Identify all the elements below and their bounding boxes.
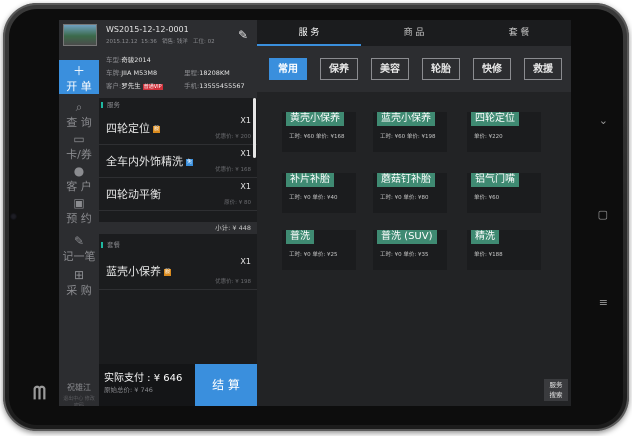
operator-name[interactable]: 祝雄江	[59, 382, 99, 393]
service-card[interactable]: 铝气门嘴 单价: ¥60	[467, 173, 541, 213]
actual-payment: 实际支付 : ¥ 646	[104, 373, 183, 384]
original-total: 原始总价: ¥ 746	[104, 386, 153, 394]
chip-quick-repair[interactable]: 快修	[473, 58, 511, 80]
catalog-tabs: 服 务 商 品 套 餐	[257, 20, 571, 46]
subtotal: 小计: ¥ 448	[99, 222, 257, 234]
mi-logo-icon: ᗰ	[33, 383, 46, 404]
pen-icon: ✎	[73, 234, 85, 248]
service-card[interactable]: 蘑菇钉补胎 工时: ¥0 单价: ¥80	[373, 173, 447, 213]
service-card[interactable]: 黄壳小保养 工时: ¥60 单价: ¥168	[282, 112, 356, 152]
chip-common[interactable]: 常用	[269, 58, 307, 80]
service-card[interactable]: 普洗 (SUV) 工时: ¥0 单价: ¥35	[373, 230, 447, 270]
section-service: 服务	[99, 99, 257, 111]
service-card[interactable]: 蓝壳小保养 工时: ¥60 单价: ¥198	[373, 112, 447, 152]
service-card[interactable]: 精洗 单价: ¥188	[467, 230, 541, 270]
customer-row: 客户:罗先生 普通VIP 手机:13555455567	[106, 82, 245, 90]
edit-icon[interactable]: ✎	[238, 28, 248, 42]
chevron-down-icon[interactable]: ⌄	[599, 114, 608, 127]
order-panel: WS2015-12-12-0001 2015.12.12 15:36 销售: 钱…	[99, 20, 257, 406]
chip-rescue[interactable]: 救援	[524, 58, 562, 80]
tab-goods[interactable]: 商 品	[362, 20, 466, 46]
order-number: WS2015-12-12-0001	[106, 25, 189, 34]
chip-tire[interactable]: 轮胎	[422, 58, 460, 80]
free-badge-icon: 免	[186, 158, 193, 166]
rail-item-query[interactable]: ⌕ 查 询	[59, 100, 99, 130]
order-item[interactable]: 四轮定位服 X1 优惠价: ¥ 200	[99, 112, 257, 145]
service-search-button[interactable]: 服务 搜索	[544, 379, 568, 401]
card-icon: ▭	[73, 132, 85, 146]
service-card[interactable]: 普洗 工时: ¥0 单价: ¥25	[282, 230, 356, 270]
car-thumbnail	[63, 24, 97, 46]
rail-item-cards[interactable]: ▭ 卡/券	[59, 132, 99, 162]
rail-item-new-order[interactable]: ＋ 开 单	[59, 60, 99, 94]
order-scrollbar[interactable]	[253, 98, 256, 158]
chip-beauty[interactable]: 美容	[371, 58, 409, 80]
search-icon: ⌕	[75, 100, 83, 114]
plus-icon: ＋	[72, 64, 85, 78]
service-card[interactable]: 补片补胎 工时: ¥0 单价: ¥40	[282, 173, 356, 213]
order-header: WS2015-12-12-0001 2015.12.12 15:36 销售: 钱…	[99, 20, 257, 98]
checkout-button[interactable]: 结 算	[195, 364, 257, 406]
order-item[interactable]: 全车内外饰精洗免 X1 优惠价: ¥ 168	[99, 145, 257, 178]
section-package: 套餐	[99, 239, 257, 251]
rail-item-booking[interactable]: ▣ 预 约	[59, 196, 99, 226]
order-item[interactable]: 蓝壳小保养服 X1 优惠价: ¥ 198	[99, 253, 257, 290]
calendar-icon: ▣	[73, 196, 85, 210]
square-icon[interactable]: ▢	[598, 208, 608, 221]
vip-badge: 普通VIP	[142, 84, 163, 90]
tab-package[interactable]: 套 餐	[467, 20, 571, 46]
order-meta: 2015.12.12 15:36 销售: 钱洋 工位: 02	[106, 39, 215, 45]
category-chips: 常用 保养 美容 轮胎 快修 救援	[257, 46, 571, 92]
user-icon: ●	[73, 164, 85, 178]
cart-icon: ⊞	[73, 268, 85, 282]
order-item[interactable]: 四轮动平衡 X1 原价: ¥ 80	[99, 178, 257, 211]
rail-item-customers[interactable]: ● 客 户	[59, 164, 99, 194]
payment-summary: 实际支付 : ¥ 646 原始总价: ¥ 746	[99, 364, 195, 406]
car-model-row: 车型:奇骏2014	[106, 56, 151, 64]
plate-row: 车牌:JIIA M53M8 里程:18208KM	[106, 69, 230, 77]
rail-item-note[interactable]: ✎ 记一笔	[59, 234, 99, 264]
operator-links[interactable]: 退出中心 修改密码	[61, 395, 97, 406]
chip-maintenance[interactable]: 保养	[320, 58, 358, 80]
tab-service[interactable]: 服 务	[257, 20, 361, 46]
menu-icon[interactable]: ≡	[599, 296, 608, 309]
service-badge-icon: 服	[153, 125, 160, 133]
nav-rail: ＋ 开 单 ⌕ 查 询 ▭ 卡/券 ● 客 户 ▣ 预 约 ✎ 记一笔 ⊞ 采 …	[59, 20, 99, 406]
rail-item-purchase[interactable]: ⊞ 采 购	[59, 268, 99, 298]
service-badge-icon: 服	[164, 268, 171, 276]
service-card[interactable]: 四轮定位 单价: ¥220	[467, 112, 541, 152]
catalog-panel: 服 务 商 品 套 餐 常用 保养 美容 轮胎 快修 救援 黄壳小保养 工时: …	[257, 20, 571, 406]
app-screen: ＋ 开 单 ⌕ 查 询 ▭ 卡/券 ● 客 户 ▣ 预 约 ✎ 记一笔 ⊞ 采 …	[59, 20, 571, 406]
camera-icon	[10, 213, 17, 220]
